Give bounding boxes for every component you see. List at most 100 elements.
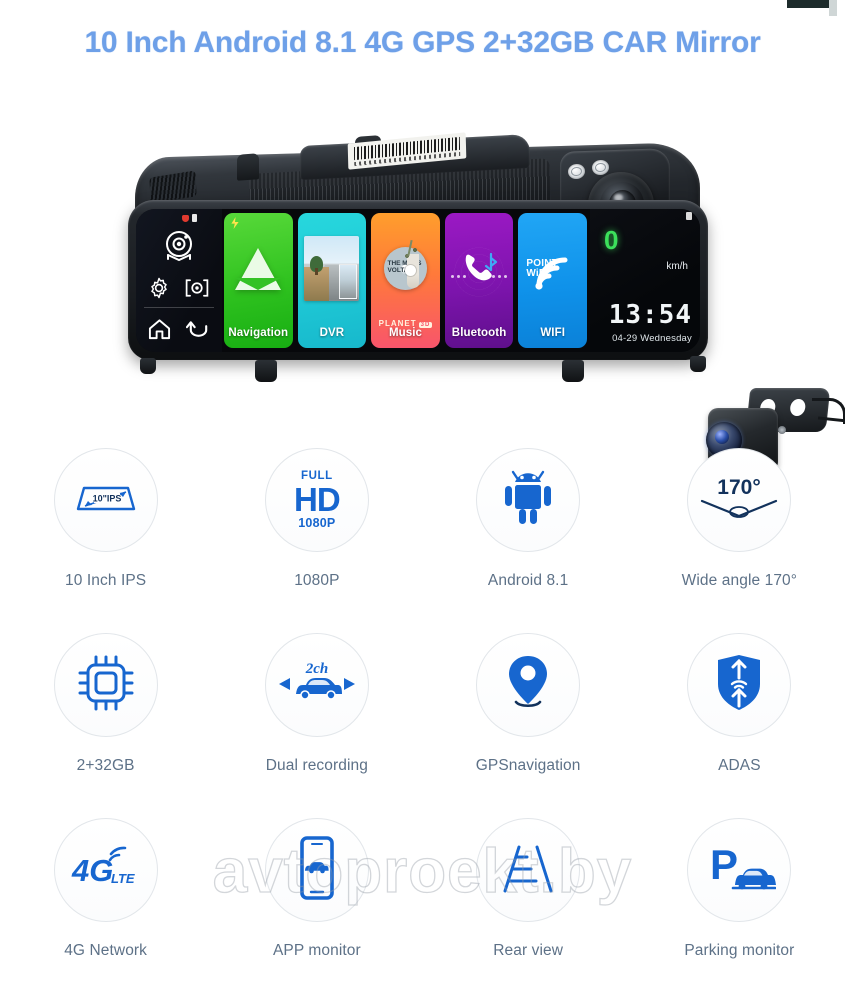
- hd-sub-text: 1080P: [298, 516, 336, 530]
- feature-dual-recording: 2ch Dual recording: [211, 633, 422, 818]
- dual-channel-car-icon: 2ch: [274, 656, 360, 715]
- wifi-overlay-line2: WiFi: [526, 267, 549, 279]
- app-tile-bluetooth[interactable]: Bluetooth: [444, 213, 514, 348]
- app-tile-label: DVR: [319, 327, 345, 339]
- feature-4g: 4G LTE 4G Network: [0, 818, 211, 1000]
- home-icon[interactable]: [147, 318, 172, 341]
- screenshot-icon[interactable]: [184, 278, 210, 298]
- app-tile-wifi[interactable]: POINT WiFi WIFI: [518, 213, 587, 348]
- hd-big-text: HD: [294, 481, 341, 518]
- svg-text:4G: 4G: [71, 853, 113, 888]
- sim-signal-icon: [686, 212, 692, 220]
- corner-strip: [787, 0, 831, 8]
- app-tiles: Navigation DVR THE MARS VOLTA PLANET 3D …: [222, 209, 590, 352]
- dashboard-panel: 0 km/h 13:54 04-29 Wednesday: [590, 209, 700, 352]
- app-tile-navigation[interactable]: Navigation: [224, 213, 293, 348]
- feature-label: 4G Network: [64, 942, 148, 959]
- wifi-overlay-text: POINT WiFi: [526, 258, 558, 279]
- parking-car-icon: P: [702, 837, 777, 904]
- bluetooth-phone-icon: [445, 213, 514, 324]
- feature-label: GPSnavigation: [475, 757, 581, 774]
- feature-rear-view: Rear view: [423, 818, 634, 1000]
- mount-clip-outer-left: [140, 358, 156, 374]
- svg-text:P: P: [710, 841, 738, 888]
- mirror-display-bezel: Navigation DVR THE MARS VOLTA PLANET 3D …: [128, 200, 708, 360]
- feature-icon-circle: 4G LTE: [53, 818, 158, 922]
- camera-icon[interactable]: [159, 229, 199, 267]
- clock-time: 13:54: [608, 300, 692, 330]
- rear-camera-screw: [778, 426, 786, 434]
- speed-unit: km/h: [666, 261, 688, 272]
- feature-storage: 2+32GB: [0, 633, 211, 818]
- app-tile-dvr[interactable]: DVR: [297, 213, 367, 348]
- page-title: 10 Inch Android 8.1 4G GPS 2+32GB CAR Mi…: [84, 26, 761, 59]
- speed-value: 0: [604, 225, 619, 255]
- product-hero-image: Navigation DVR THE MARS VOLTA PLANET 3D …: [0, 78, 845, 470]
- phone-car-icon: [296, 835, 338, 906]
- feature-label: Android 8.1: [487, 572, 569, 589]
- wide-angle-icon: 170°: [696, 470, 782, 531]
- dashcam-photo-icon: [298, 213, 367, 324]
- mount-clip-right: [562, 360, 584, 382]
- mirror-screen-icon: 10"IPS: [68, 473, 144, 528]
- app-tile-label: Music: [388, 327, 423, 339]
- feature-label: 2+32GB: [76, 757, 135, 774]
- feature-label: Wide angle 170°: [681, 572, 798, 589]
- feature-icon-circle: 170°: [687, 448, 792, 552]
- navigation-arrow-icon: [224, 213, 293, 324]
- feature-row: 4G LTE 4G Network APP monitor Rear view …: [0, 818, 845, 1000]
- feature-icon-circle: [476, 818, 581, 922]
- svg-text:2ch: 2ch: [305, 661, 329, 677]
- feature-label: APP monitor: [272, 942, 361, 959]
- app-tile-music[interactable]: THE MARS VOLTA PLANET 3D Music: [371, 213, 440, 348]
- feature-label: 10 Inch IPS: [65, 572, 147, 589]
- feature-icon-circle: 10"IPS: [53, 448, 158, 552]
- feature-row: 2+32GB 2ch Dual recording GPSnavigation …: [0, 633, 845, 818]
- svg-text:LTE: LTE: [111, 871, 135, 886]
- feature-icon-circle: FULL HD 1080P: [264, 448, 369, 552]
- feature-gps: GPSnavigation: [423, 633, 634, 818]
- bracket-tab-left: [237, 153, 259, 181]
- mirror-touchscreen[interactable]: Navigation DVR THE MARS VOLTA PLANET 3D …: [136, 209, 700, 352]
- corner-strip-secondary: [829, 0, 837, 16]
- feature-label: 1080P: [294, 572, 340, 589]
- shield-arrows-icon: [713, 652, 765, 719]
- app-tile-label: WIFI: [540, 327, 565, 339]
- android-robot-icon: [498, 469, 558, 532]
- record-dot-icon: [182, 214, 189, 222]
- control-row-middle: [148, 277, 210, 299]
- feature-wide-angle: 170° Wide angle 170°: [634, 448, 845, 633]
- feature-parking-monitor: P Parking monitor: [634, 818, 845, 1000]
- feature-label: Rear view: [493, 942, 564, 959]
- feature-icon-circle: [53, 633, 158, 737]
- map-pin-icon: [501, 652, 555, 719]
- feature-label: Dual recording: [265, 757, 368, 774]
- svg-text:10"IPS: 10"IPS: [92, 493, 121, 503]
- feature-icon-circle: [264, 818, 369, 922]
- feature-1080p: FULL HD 1080P 1080P: [211, 448, 422, 633]
- feature-icon-circle: P: [687, 818, 792, 922]
- clock-date: 04-29 Wednesday: [612, 333, 692, 344]
- mount-clip-left: [255, 360, 277, 382]
- rear-view-lines-icon: [497, 839, 559, 902]
- app-tile-label: Bluetooth: [451, 327, 507, 339]
- screen-control-column: [136, 209, 222, 352]
- feature-app-monitor: APP monitor: [211, 818, 422, 1000]
- settings-gear-icon[interactable]: [148, 277, 170, 299]
- sim-card-icon: [192, 214, 197, 222]
- feature-icon-circle: [476, 448, 581, 552]
- feature-label: Parking monitor: [684, 942, 795, 959]
- back-icon[interactable]: [186, 319, 211, 341]
- control-divider: [144, 307, 214, 308]
- feature-10-inch-ips: 10"IPS 10 Inch IPS: [0, 448, 211, 633]
- cpu-chip-icon: [75, 652, 137, 719]
- feature-adas: ADAS: [634, 633, 845, 818]
- app-tile-label: Navigation: [228, 327, 289, 339]
- control-row-bottom: [147, 318, 211, 341]
- 4g-lte-icon: 4G LTE: [64, 843, 148, 898]
- feature-icon-circle: [476, 633, 581, 737]
- product-marketing-page: 10 Inch Android 8.1 4G GPS 2+32GB CAR Mi…: [0, 0, 845, 1000]
- feature-android: Android 8.1: [423, 448, 634, 633]
- full-hd-icon: FULL HD 1080P: [294, 470, 341, 530]
- svg-text:170°: 170°: [718, 476, 761, 499]
